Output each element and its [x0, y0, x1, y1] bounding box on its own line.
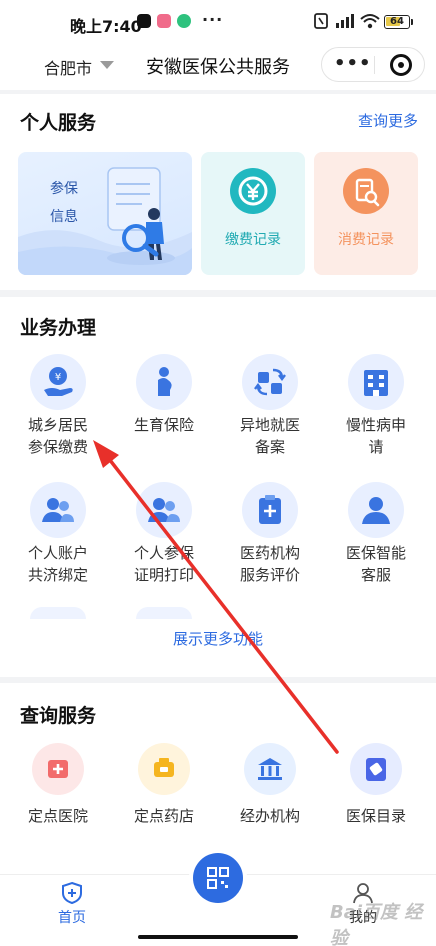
grid-item-account-mutual-aid[interactable]: 个人账户 共济绑定 [5, 482, 111, 586]
grid-label-line2: 客服 [360, 566, 391, 584]
grid-label-line1: 生育保险 [133, 416, 194, 434]
section-title: 查询服务 [20, 705, 97, 727]
grid-item-smart-service[interactable]: 医保智能 客服 [323, 482, 429, 586]
grid-label-line1: 异地就医 [239, 416, 300, 434]
grid-label-line2: 证明打印 [133, 566, 194, 584]
query-services-section: 查询服务 定点医院 定点药店 经办机构 医保目录 [0, 683, 436, 874]
grid-label-line1: 个人账户 [27, 544, 88, 562]
hidden-row-hint [30, 607, 86, 619]
capsule-divider [374, 56, 375, 74]
query-label: 定点药店 [133, 807, 194, 825]
home-indicator [138, 935, 298, 939]
section-title: 个人服务 [20, 112, 97, 134]
signal-icon [336, 14, 354, 28]
query-item-hospital[interactable]: 定点医院 [5, 743, 111, 833]
section-title: 业务办理 [20, 317, 97, 339]
grid-label-line2: 参保缴费 [27, 438, 88, 456]
users-group-icon [136, 482, 192, 538]
music-app-icon [157, 14, 171, 28]
grid-label-line2: 共济绑定 [27, 566, 88, 584]
grid-label-line1: 医药机构 [239, 544, 300, 562]
yuan-hand-icon: ¥ [30, 354, 86, 410]
query-label: 经办机构 [239, 807, 300, 825]
query-label: 医保目录 [345, 807, 406, 825]
status-bar: 晚上7:40 ··· 64 [0, 0, 436, 44]
status-time: 晚上7:40 [70, 17, 142, 36]
transfer-arrows-icon [242, 354, 298, 410]
consumption-record-label: 消费记录 [338, 232, 394, 248]
more-menu-button[interactable]: ••• [334, 55, 371, 73]
grid-item-maternity-insurance[interactable]: 生育保险 [111, 354, 217, 458]
payment-record-card[interactable]: 缴费记录 [201, 152, 305, 275]
two-users-icon [30, 482, 86, 538]
institution-building-icon [244, 743, 296, 795]
pill-catalog-icon [350, 743, 402, 795]
grid-item-chronic-disease[interactable]: 慢性病申请 [323, 354, 429, 458]
grid-label-line1: 医保智能 [345, 544, 406, 562]
personal-services-section: 个人服务 查询更多 参保 信息 缴费记录 消费记录 [0, 94, 436, 290]
svg-text:¥: ¥ [55, 372, 61, 383]
query-item-pharmacy[interactable]: 定点药店 [111, 743, 217, 833]
battery-icon: 64 [384, 15, 413, 29]
qr-code-icon [207, 867, 229, 889]
tiktok-icon [137, 14, 151, 28]
grid-item-insurance-certificate[interactable]: 个人参保 证明打印 [111, 482, 217, 586]
chat-app-icon [177, 14, 191, 28]
medicine-box-icon [138, 743, 190, 795]
insurance-info-card[interactable]: 参保 信息 [18, 152, 192, 275]
query-more-link[interactable]: 查询更多 [358, 110, 418, 131]
yuan-coin-icon [230, 168, 276, 214]
tab-home[interactable]: 首页 [32, 881, 112, 927]
grid-item-institution-rating[interactable]: 医药机构 服务评价 [217, 482, 323, 586]
close-target-icon[interactable] [390, 54, 412, 76]
notification-more: ··· [202, 10, 224, 29]
grid-item-resident-insurance[interactable]: ¥ 城乡居民参保缴费 [5, 354, 111, 458]
query-item-catalog[interactable]: 医保目录 [323, 743, 429, 833]
hospital-building-icon [348, 354, 404, 410]
customer-service-icon [348, 482, 404, 538]
grid-label-line1: 个人参保 [133, 544, 194, 562]
grid-label-line2: 备案 [254, 438, 285, 456]
top-nav-bar: 合肥市 安徽医保公共服务 ••• [0, 44, 436, 90]
grid-label-line1: 慢性病申 [345, 416, 406, 434]
insurance-info-label-2: 信息 [50, 209, 78, 225]
shield-plus-icon [62, 881, 82, 905]
tab-home-label: 首页 [58, 910, 86, 926]
baidu-watermark: Bai百度 经验 [330, 902, 423, 946]
pregnant-woman-icon [136, 354, 192, 410]
nfc-icon [314, 13, 328, 29]
grid-label-line2: 请 [368, 438, 384, 456]
consumption-record-card[interactable]: 消费记录 [314, 152, 418, 275]
miniprogram-capsule: ••• [321, 47, 425, 82]
receipt-search-icon [343, 168, 389, 214]
hidden-row-hint [136, 607, 192, 619]
document-person-illustration [107, 167, 175, 265]
grid-label-line1: 城乡居民 [27, 416, 88, 434]
qr-scan-button[interactable] [193, 853, 243, 903]
insurance-info-label-1: 参保 [50, 181, 78, 197]
query-label: 定点医院 [27, 807, 88, 825]
clipboard-plus-icon [242, 482, 298, 538]
payment-record-label: 缴费记录 [225, 232, 281, 248]
business-section: 业务办理 ¥ 城乡居民参保缴费 生育保险 异地就医备案 慢性病申请 个人账户共济… [0, 297, 436, 677]
wifi-icon [360, 14, 380, 29]
grid-item-remote-medical[interactable]: 异地就医 备案 [217, 354, 323, 458]
expand-more-link[interactable]: 展示更多功能 [0, 628, 436, 649]
query-item-agency[interactable]: 经办机构 [217, 743, 323, 833]
grid-label-line2: 服务评价 [239, 566, 300, 584]
hospital-plus-icon [32, 743, 84, 795]
